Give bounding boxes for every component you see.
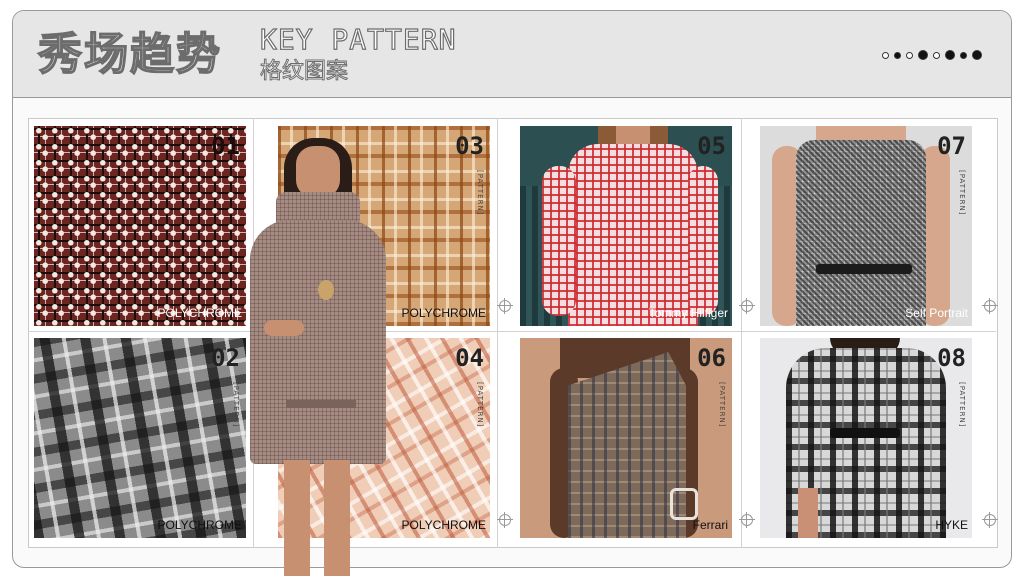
section-title: KEY PATTERN — [259, 23, 457, 56]
page-dot-4[interactable] — [918, 50, 928, 60]
card-number: 03 — [455, 132, 484, 160]
pattern-card-01: 01 POLYCHROME — [34, 126, 246, 326]
page-dot-3[interactable] — [906, 51, 913, 59]
crosshair-icon — [497, 512, 513, 528]
card-number: 06 — [697, 344, 726, 372]
card-number: 05 — [697, 132, 726, 160]
card-number: 02 — [211, 344, 240, 372]
grid-divider — [28, 331, 996, 332]
card-number: 08 — [937, 344, 966, 372]
page-title: 秀场趋势 — [37, 29, 222, 81]
featured-model — [246, 130, 392, 576]
page-dot-7[interactable] — [960, 51, 967, 59]
brand-label: Ferrari — [692, 518, 728, 532]
page-dot-1[interactable] — [882, 51, 889, 59]
pattern-tag: [PATTERN] — [232, 382, 240, 428]
crosshair-icon — [497, 298, 513, 314]
pattern-tag: [PATTERN] — [958, 382, 966, 428]
grid-divider — [497, 118, 498, 548]
card-number: 01 — [211, 132, 240, 160]
brand-label: POLYCHROME — [401, 518, 486, 532]
page-dot-8[interactable] — [972, 50, 982, 60]
pattern-card-05: 05 Tommy Hilfiger — [520, 126, 732, 326]
crosshair-icon — [739, 298, 755, 314]
brand-label: POLYCHROME — [401, 306, 486, 320]
pattern-tag: [PATTERN] — [476, 382, 484, 428]
card-number: 04 — [455, 344, 484, 372]
pattern-tag: [PATTERN] — [476, 170, 484, 216]
pattern-tag: [PATTERN] — [718, 382, 726, 428]
brand-label: Self Portrait — [905, 306, 968, 320]
grid-divider — [741, 118, 742, 548]
brand-label: POLYCHROME — [157, 518, 242, 532]
pattern-card-06: 06 [PATTERN] Ferrari — [520, 338, 732, 538]
page-dot-6[interactable] — [945, 50, 955, 60]
section-subtitle: 格纹图案 — [259, 59, 349, 85]
pattern-card-08: 08 [PATTERN] HYKE — [760, 338, 972, 538]
brand-label: HYKE — [935, 518, 968, 532]
crosshair-icon — [982, 512, 998, 528]
page-dot-5[interactable] — [933, 51, 940, 59]
crosshair-icon — [982, 298, 998, 314]
page-indicator — [882, 50, 982, 60]
card-number: 07 — [937, 132, 966, 160]
brand-label: POLYCHROME — [157, 306, 242, 320]
pattern-card-02: 02 [PATTERN] POLYCHROME — [34, 338, 246, 538]
crosshair-icon — [739, 512, 755, 528]
page-dot-2[interactable] — [894, 51, 901, 59]
pattern-tag: [PATTERN] — [958, 170, 966, 216]
brand-label: Tommy Hilfiger — [648, 306, 728, 320]
pattern-card-07: 07 [PATTERN] Self Portrait — [760, 126, 972, 326]
